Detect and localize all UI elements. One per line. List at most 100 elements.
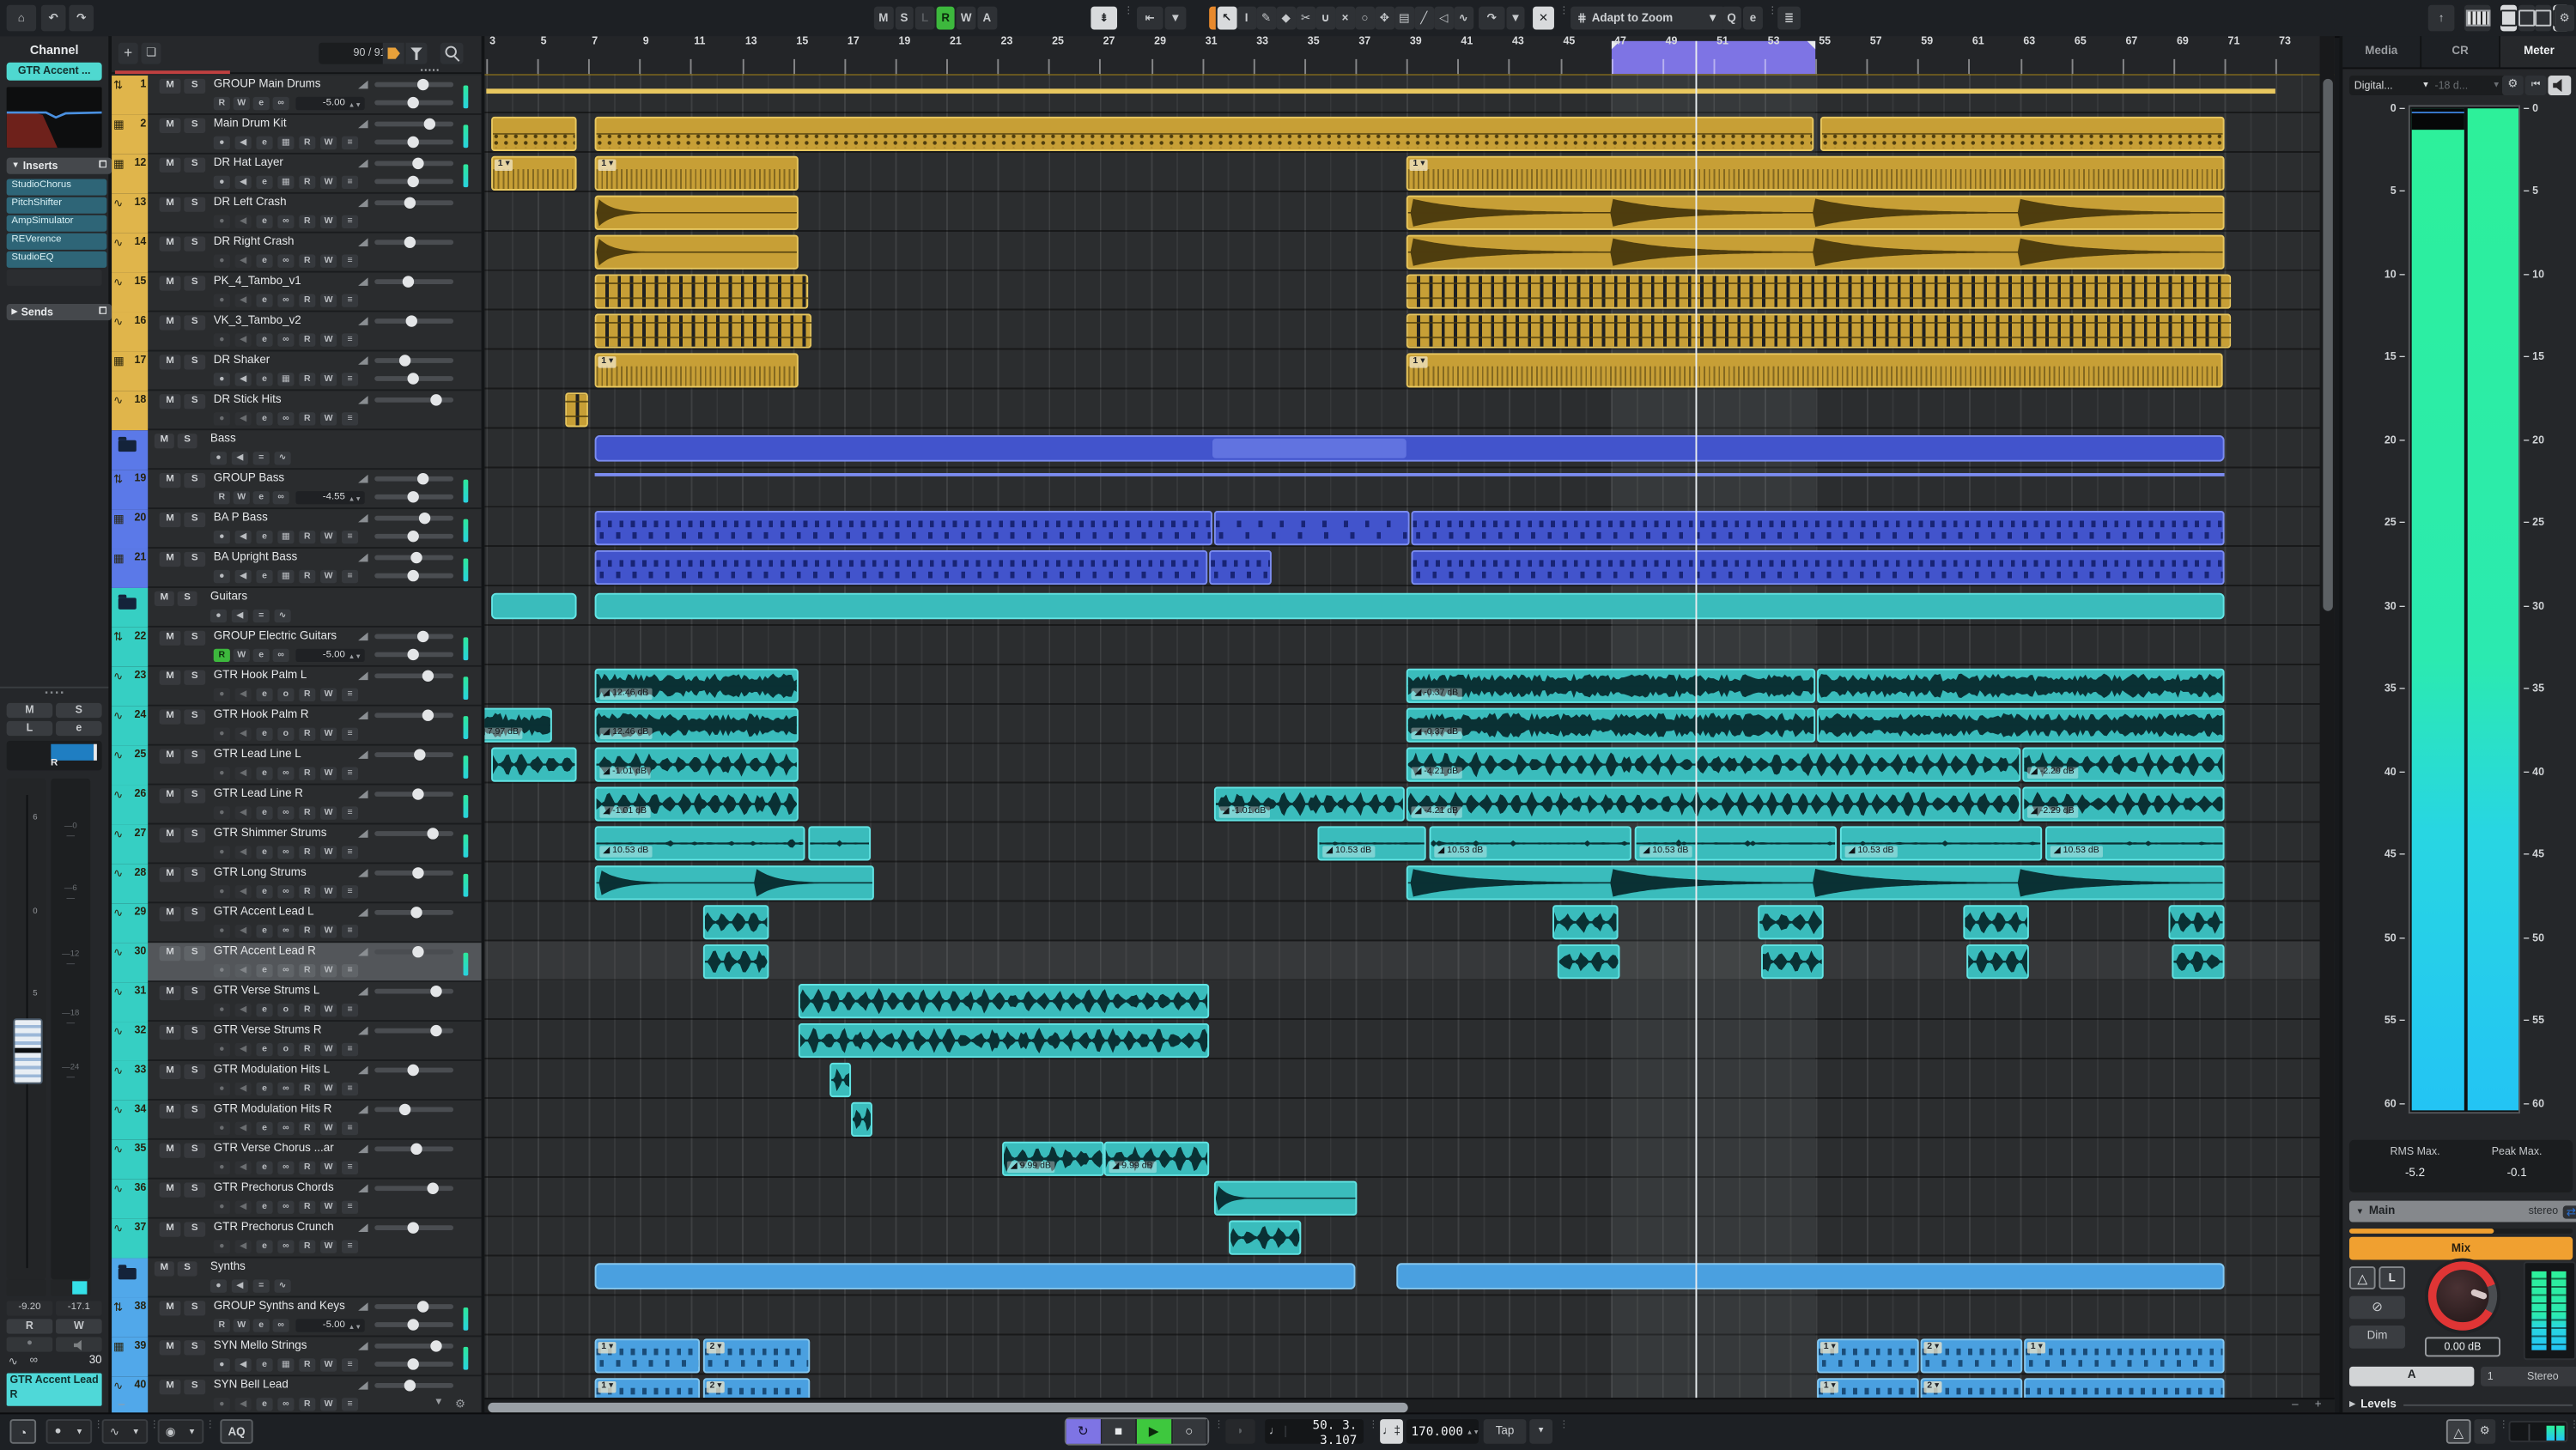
event-clip[interactable] [1214,510,1410,544]
position-display[interactable]: ♩50. 3. 3.107 [1265,1419,1364,1444]
audio-ctrl-2[interactable]: e [256,689,272,701]
volume-knob[interactable] [404,236,415,247]
inst-ctrl-6[interactable]: ≡ [342,1358,358,1371]
track-volume-slider[interactable] [374,1107,453,1113]
volume-knob[interactable] [402,275,413,286]
audio-ctrl-0[interactable]: ● [214,1043,230,1056]
audio-ctrl-6[interactable]: ≡ [342,846,358,858]
track-volume-slider[interactable] [374,82,453,88]
audio-ctrl-4[interactable]: R [299,925,315,937]
automation-w-button[interactable]: W [957,7,975,30]
track-solo-button[interactable]: S [184,1104,205,1119]
pan-knob[interactable] [407,96,418,107]
audio-ctrl-0[interactable]: ● [214,1201,230,1214]
track-pan-slider[interactable] [374,652,453,658]
audio-ctrl-3[interactable]: o [277,728,294,741]
audio-ctrl-3[interactable]: ∞ [277,333,294,346]
inst-ctrl-0[interactable]: ● [214,1358,230,1371]
audio-ctrl-5[interactable]: W [320,1004,337,1016]
event-play-parameter-badge[interactable]: 2 ▾ [707,1380,726,1392]
automation-a-button[interactable]: A [977,7,996,30]
pan-knob[interactable] [407,530,418,541]
audio-ctrl-2[interactable]: e [256,846,272,858]
zoom-preset-e[interactable]: e [1743,7,1763,30]
track-row-14[interactable]: ∿14MSDR Right Crash●◀e∞RW≡ [112,234,481,273]
track-row-16[interactable]: ∿16MSVK_3_Tambo_v2●◀e∞RW≡ [112,312,481,352]
audio-ctrl-4[interactable]: R [299,215,315,228]
audio-ctrl-1[interactable]: ◀ [235,1162,252,1174]
folder-mini-3[interactable]: ∿ [275,452,291,464]
event-clip[interactable] [799,983,1209,1017]
gain-spinner[interactable]: ▲▼ [349,494,361,502]
event-clip[interactable] [1758,904,1824,938]
audio-ctrl-5[interactable]: W [320,294,337,306]
audio-ctrl-5[interactable]: W [320,689,337,701]
audio-ctrl-5[interactable]: W [320,885,337,898]
event-clip[interactable] [1214,1180,1357,1215]
event-clip[interactable] [1411,549,2224,584]
event-clip[interactable] [1406,234,2225,269]
add-track-button[interactable]: + [118,43,138,64]
audio-ctrl-5[interactable]: W [320,1241,337,1253]
track-volume-slider[interactable] [374,122,453,127]
audio-ctrl-5[interactable]: W [320,1043,337,1056]
track-solo-button[interactable]: S [184,1222,205,1236]
event-clip[interactable]: 1 ▾ [1817,1338,1919,1372]
inst-ctrl-4[interactable]: R [299,137,315,149]
group-ctrl-∞[interactable]: ∞ [273,649,289,662]
track-mute-button[interactable]: M [160,513,181,527]
inst-ctrl-1[interactable]: ◀ [235,1358,252,1371]
event-play-parameter-badge[interactable]: 1 ▾ [598,1380,617,1392]
audio-ctrl-3[interactable]: ∞ [277,215,294,228]
event-display-area[interactable]: 1 ▾1 ▾1 ▾1 ▾1 ▾◢ 12.46 dB◢ -0.37 dB◢ 7.9… [484,74,2334,1398]
audio-ctrl-1[interactable]: ◀ [235,964,252,977]
track-solo-button[interactable]: S [184,1144,205,1158]
inst-ctrl-2[interactable]: e [256,531,272,543]
track-volume-slider[interactable] [374,397,453,403]
track-mute-button[interactable]: M [160,276,181,290]
event-clip[interactable]: ◢ 12.46 dB [595,668,799,702]
audio-ctrl-0[interactable]: ● [214,925,230,937]
gain-spinner[interactable]: ▲▼ [349,1321,361,1330]
group-ctrl-e[interactable]: e [253,97,270,110]
inst-ctrl-3[interactable]: ▦ [277,373,294,385]
audio-ctrl-0[interactable]: ● [214,806,230,819]
audio-ctrl-0[interactable]: ● [214,885,230,898]
event-clip[interactable] [595,195,799,229]
audio-ctrl-1[interactable]: ◀ [235,806,252,819]
audio-ctrl-3[interactable]: ∞ [277,767,294,780]
track-solo-button[interactable]: S [184,828,205,842]
track-volume-slider[interactable] [374,752,453,757]
track-row-23[interactable]: ∿23MSGTR Hook Palm L●◀eoRW≡ [112,667,481,707]
audio-ctrl-5[interactable]: W [320,333,337,346]
track-volume-slider[interactable] [374,673,453,678]
inst-ctrl-5[interactable]: W [320,531,337,543]
inst-ctrl-5[interactable]: W [320,570,337,583]
horizontal-scrollbar-thumb[interactable] [488,1402,1407,1411]
audio-ctrl-6[interactable]: ≡ [342,215,358,228]
audio-ctrl-3[interactable]: ∞ [277,1083,294,1095]
cycle-button[interactable]: ↻ [1066,1419,1102,1444]
event-clip[interactable]: ◢ -1.01 dB [595,747,799,781]
audio-ctrl-3[interactable]: o [277,1043,294,1056]
event-clip[interactable]: ◢ 12.46 dB [595,707,799,742]
tool-comp[interactable]: ▤ [1394,7,1413,30]
track-list-minus[interactable]: – [118,1399,131,1412]
audio-ctrl-3[interactable]: ∞ [277,1122,294,1135]
tool-line[interactable]: ╱ [1414,7,1433,30]
track-pan-slider[interactable] [374,1322,453,1327]
toggle-bottom-zone-button[interactable] [2535,5,2551,32]
event-clip[interactable] [1761,943,1824,978]
play-button[interactable]: ▶ [1137,1419,1172,1444]
track-solo-button[interactable]: S [184,118,205,133]
audio-ctrl-2[interactable]: e [256,1241,272,1253]
event-clip[interactable]: ◢ -0.37 dB [1406,707,1815,742]
track-mute-button[interactable]: M [160,1183,181,1198]
timeline-ruler[interactable]: 3579111315171921232527293133353739414345… [484,36,2334,76]
audio-ctrl-1[interactable]: ◀ [235,1201,252,1214]
track-mute-button[interactable]: M [160,907,181,921]
audio-ctrl-4[interactable]: R [299,1241,315,1253]
event-clip[interactable] [595,510,1212,544]
group-gain-box[interactable]: -5.00▲▼ [295,97,364,110]
channel-edit-channel-button[interactable]: e [56,720,102,735]
